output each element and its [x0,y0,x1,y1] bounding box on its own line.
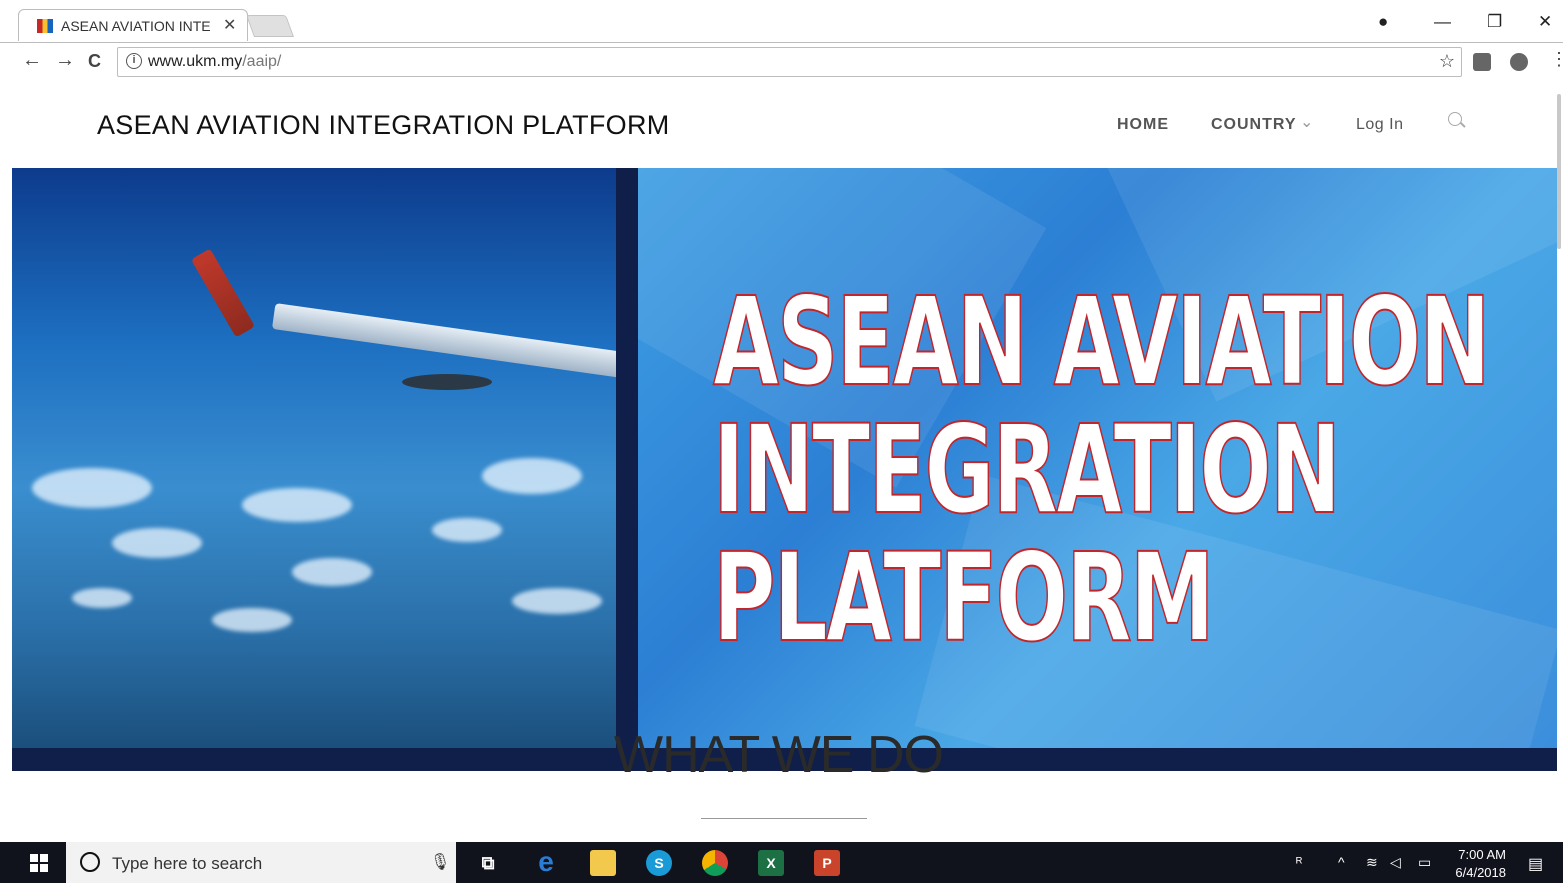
wing-shape [271,303,616,379]
taskbar-clock[interactable]: 7:00 AM 6/4/2018 [1450,846,1506,882]
nav-country[interactable]: COUNTRY [1211,116,1297,134]
profile-icon[interactable]: ● [1378,12,1388,32]
web-page: ASEAN AVIATION INTEGRATION PLATFORM HOME… [0,82,1563,842]
page-scrollbar[interactable] [1557,94,1561,249]
reload-button[interactable]: C [88,51,101,72]
engine-shape [402,374,492,390]
volume-icon[interactable]: ◁ [1390,854,1401,871]
skype-icon[interactable]: S [646,850,672,876]
people-icon[interactable]: ᴿ [1296,854,1302,870]
clock-time: 7:00 AM [1458,847,1506,862]
close-window-button[interactable]: ✕ [1538,12,1552,32]
browser-toolbar: ← → C i www.ukm.my/aaip/ ☆ ⋮ [0,42,1563,82]
chevron-up-icon[interactable]: ^ [1338,854,1345,870]
battery-icon[interactable]: ▭ [1418,854,1431,871]
hero-graphic-panel: ASEAN AVIATION INTEGRATION PLATFORM [638,168,1557,748]
hero-banner: ASEAN AVIATION INTEGRATION PLATFORM [12,168,1557,771]
extension-eye-icon[interactable] [1510,53,1528,71]
edge-icon[interactable]: e [533,848,559,876]
restore-button[interactable]: ❐ [1487,12,1502,32]
site-title[interactable]: ASEAN AVIATION INTEGRATION PLATFORM [97,110,670,141]
search-icon[interactable] [1448,112,1462,126]
site-favicon-icon [37,19,53,33]
cortana-icon[interactable] [80,852,100,872]
hero-headline: ASEAN AVIATION INTEGRATION PLATFORM [712,271,1491,669]
wifi-icon[interactable]: ≋ [1366,854,1378,871]
airplane-wing-photo [12,168,616,748]
taskbar-search-box[interactable]: Type here to search 🎙 [66,842,456,883]
site-info-icon[interactable]: i [126,53,142,69]
powerpoint-icon[interactable]: P [814,850,840,876]
windows-taskbar: Type here to search 🎙 ⧉ e S X P ᴿ ^ ≋ ◁ … [0,842,1563,883]
file-explorer-icon[interactable] [590,850,616,876]
task-view-icon[interactable]: ⧉ [475,850,501,876]
windows-start-icon[interactable] [30,854,48,872]
excel-icon[interactable]: X [758,850,784,876]
address-url: www.ukm.my/aaip/ [148,53,282,70]
search-placeholder: Type here to search [112,854,263,873]
winglet-shape [190,248,256,338]
section-heading: WHAT WE DO [614,726,944,784]
browser-tab[interactable]: ASEAN AVIATION INTEGR ✕ [18,9,248,41]
notification-icon[interactable]: ▤ [1528,854,1543,874]
extension-icon[interactable] [1473,53,1491,71]
section-divider [701,818,867,819]
nav-login[interactable]: Log In [1356,116,1403,134]
bookmark-star-icon[interactable]: ☆ [1439,51,1455,72]
address-bar[interactable]: i www.ukm.my/aaip/ ☆ [117,47,1462,77]
nav-home[interactable]: HOME [1117,116,1169,134]
tab-title: ASEAN AVIATION INTEGR [61,18,211,34]
back-button[interactable]: ← [22,49,42,72]
new-tab-button[interactable] [245,15,295,37]
chevron-down-icon: ⌄ [1300,114,1315,131]
browser-menu-icon[interactable]: ⋮ [1550,49,1563,70]
chrome-icon[interactable] [702,850,728,876]
browser-tab-bar: ASEAN AVIATION INTEGR ✕ ● — ❐ ✕ [0,0,1563,42]
tab-close-icon[interactable]: ✕ [223,15,236,35]
clock-date: 6/4/2018 [1455,865,1506,880]
minimize-button[interactable]: — [1434,12,1451,32]
microphone-icon[interactable]: 🎙 [430,852,450,872]
forward-button[interactable]: → [55,49,75,72]
